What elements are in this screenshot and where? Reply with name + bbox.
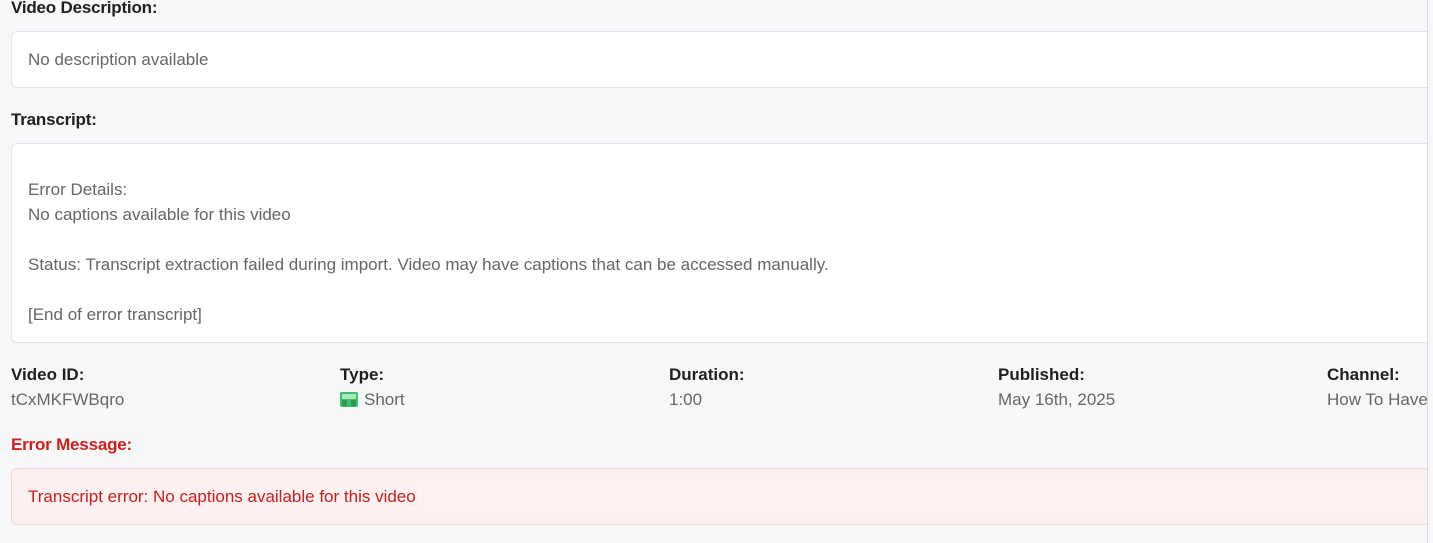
duration-label: Duration: [669,365,745,384]
transcript-label: Transcript: [11,110,97,129]
transcript-blank-line [28,277,1415,302]
video-description-label: Video Description: [11,0,158,17]
meta-video-id: Video ID: tCxMKFWBqro [11,364,311,412]
error-message-label: Error Message: [11,435,132,454]
video-id-label: Video ID: [11,365,85,384]
meta-duration: Duration: 1:00 [669,364,969,412]
type-value: Short [364,390,405,409]
type-label: Type: [340,365,385,384]
meta-published: Published: May 16th, 2025 [998,364,1298,412]
channel-label: Channel: [1327,365,1400,384]
video-metadata-row: Video ID: tCxMKFWBqro Type: Short Durati… [11,364,1431,414]
transcript-blank-line [28,227,1415,252]
transcript-line: Status: Transcript extraction failed dur… [28,255,829,274]
shorts-icon [340,392,358,407]
meta-type: Type: Short [340,364,640,412]
published-label: Published: [998,365,1085,384]
published-value: May 16th, 2025 [998,390,1116,409]
video-description-box: No description available [11,31,1431,88]
transcript-box[interactable]: Error Details: No captions available for… [11,143,1431,343]
duration-value: 1:00 [669,390,703,409]
transcript-line: No captions available for this video [28,205,291,224]
channel-value: How To Have [1327,390,1428,409]
error-message-box: Transcript error: No captions available … [11,468,1431,525]
type-value-wrap: Short [340,388,640,412]
scrollbar-edge[interactable] [1427,0,1433,543]
transcript-line: Error Details: [28,180,128,199]
transcript-line: [End of error transcript] [28,305,202,324]
video-id-value: tCxMKFWBqro [11,390,125,409]
meta-channel: Channel: How To Have [1327,364,1431,412]
